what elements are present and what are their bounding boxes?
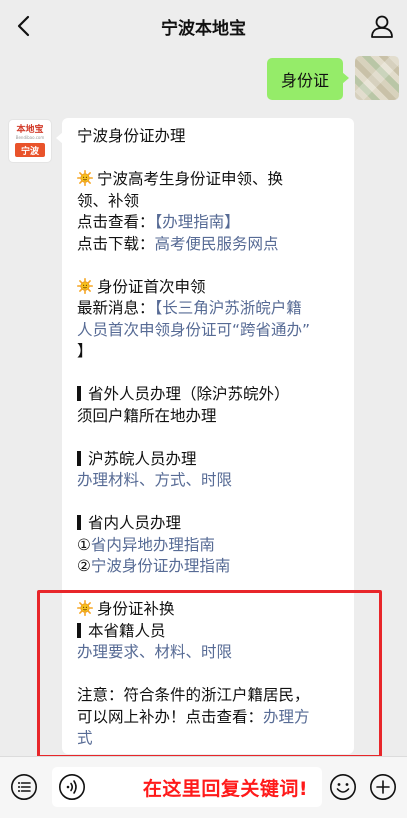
menu-list-icon: [11, 774, 37, 800]
sun-emoji-icon: [77, 277, 93, 294]
message-input[interactable]: 在这里回复关键词!: [52, 767, 322, 807]
chevron-left-icon: [17, 15, 30, 37]
user-message-bubble[interactable]: 身份证: [266, 58, 350, 100]
message-title: 宁波身份证办理: [77, 127, 186, 145]
item-number: ①: [77, 535, 91, 554]
bendibao-logo-text: 本地宝: [16, 125, 44, 135]
highlight-box: [37, 590, 382, 758]
bullet-bar: [77, 450, 81, 466]
section-gaokao-title-text: 宁波高考生身份证申领、换: [97, 170, 284, 188]
news-close-bracket: 】: [77, 342, 93, 360]
download-prefix: 点击下载：: [77, 234, 155, 253]
user-avatar[interactable]: [355, 56, 399, 100]
gaokao-view-row: 点击查看：【办理指南】: [77, 212, 344, 234]
bullet-bar: [77, 386, 81, 401]
hu-su-wan-materials-link[interactable]: 办理材料、方式、时限: [77, 470, 344, 492]
keyword-reply-hint: 在这里回复关键词!: [142, 777, 308, 800]
section-out-of-province-title: 省外人员办理（除沪苏皖外）: [77, 384, 344, 406]
bot-avatar[interactable]: 本地宝 Bendibao.com 宁波: [8, 119, 52, 163]
in-province-item-2: ②宁波身份证办理指南: [77, 556, 344, 578]
back-button[interactable]: [10, 12, 36, 40]
chat-area[interactable]: 身份证 本地宝 Bendibao.com 宁波 宁波身份证办理 宁波高考生身份证…: [0, 52, 407, 758]
gaokao-guide-link[interactable]: 【办理指南】: [155, 213, 240, 231]
section-out-of-province-title-text: 省外人员办理（除沪苏皖外）: [88, 385, 290, 403]
gaokao-service-points-link[interactable]: 高考便民服务网点: [155, 235, 279, 253]
section-first-apply-title-text: 身份证首次申领: [97, 277, 206, 296]
emoji-icon: [330, 774, 356, 800]
out-of-province-note: 须回户籍所在地办理: [77, 406, 217, 425]
section-first-apply-title: 身份证首次申领: [77, 277, 344, 299]
plus-icon: [370, 774, 396, 800]
voice-icon[interactable]: [58, 773, 86, 801]
top-nav-bar: 宁波本地宝: [0, 0, 407, 52]
ningbo-id-guide-link[interactable]: 宁波身份证办理指南: [91, 557, 231, 575]
city-badge: 宁波: [15, 143, 45, 157]
news-prefix: 最新消息：: [77, 299, 155, 317]
more-button[interactable]: [369, 773, 397, 801]
cross-province-news-link[interactable]: 【长三角沪苏浙皖户籍: [155, 299, 302, 317]
section-gaokao-title: 宁波高考生身份证申领、换: [77, 169, 344, 191]
emoji-button[interactable]: [329, 773, 357, 801]
profile-button[interactable]: [369, 13, 395, 39]
cross-province-news-link-cont[interactable]: 人员首次申领身份证可“跨省通办”: [77, 320, 344, 342]
bendibao-logo-subtext: Bendibao.com: [15, 135, 45, 140]
section-in-province-title-text: 省内人员办理: [88, 514, 182, 532]
item-number: ②: [77, 557, 91, 575]
user-message-row: 身份证: [266, 56, 399, 100]
section-in-province-title: 省内人员办理: [77, 513, 344, 535]
bullet-bar: [77, 515, 81, 530]
view-prefix: 点击查看：: [77, 213, 155, 231]
sun-emoji-icon: [77, 170, 93, 186]
in-province-remote-guide-link[interactable]: 省内异地办理指南: [91, 536, 215, 554]
section-gaokao-title-cont: 领、补领: [77, 191, 140, 210]
chat-title: 宁波本地宝: [161, 18, 246, 39]
section-hu-su-wan-title: 沪苏皖人员办理: [77, 449, 344, 471]
in-province-item-1: ①省内异地办理指南: [77, 535, 344, 557]
input-bar: 在这里回复关键词!: [0, 756, 407, 818]
news-row: 最新消息：【长三角沪苏浙皖户籍: [77, 298, 344, 320]
person-icon: [371, 15, 393, 38]
section-hu-su-wan-title-text: 沪苏皖人员办理: [88, 449, 197, 468]
menu-button[interactable]: [10, 773, 38, 801]
gaokao-download-row: 点击下载：高考便民服务网点: [77, 234, 344, 256]
